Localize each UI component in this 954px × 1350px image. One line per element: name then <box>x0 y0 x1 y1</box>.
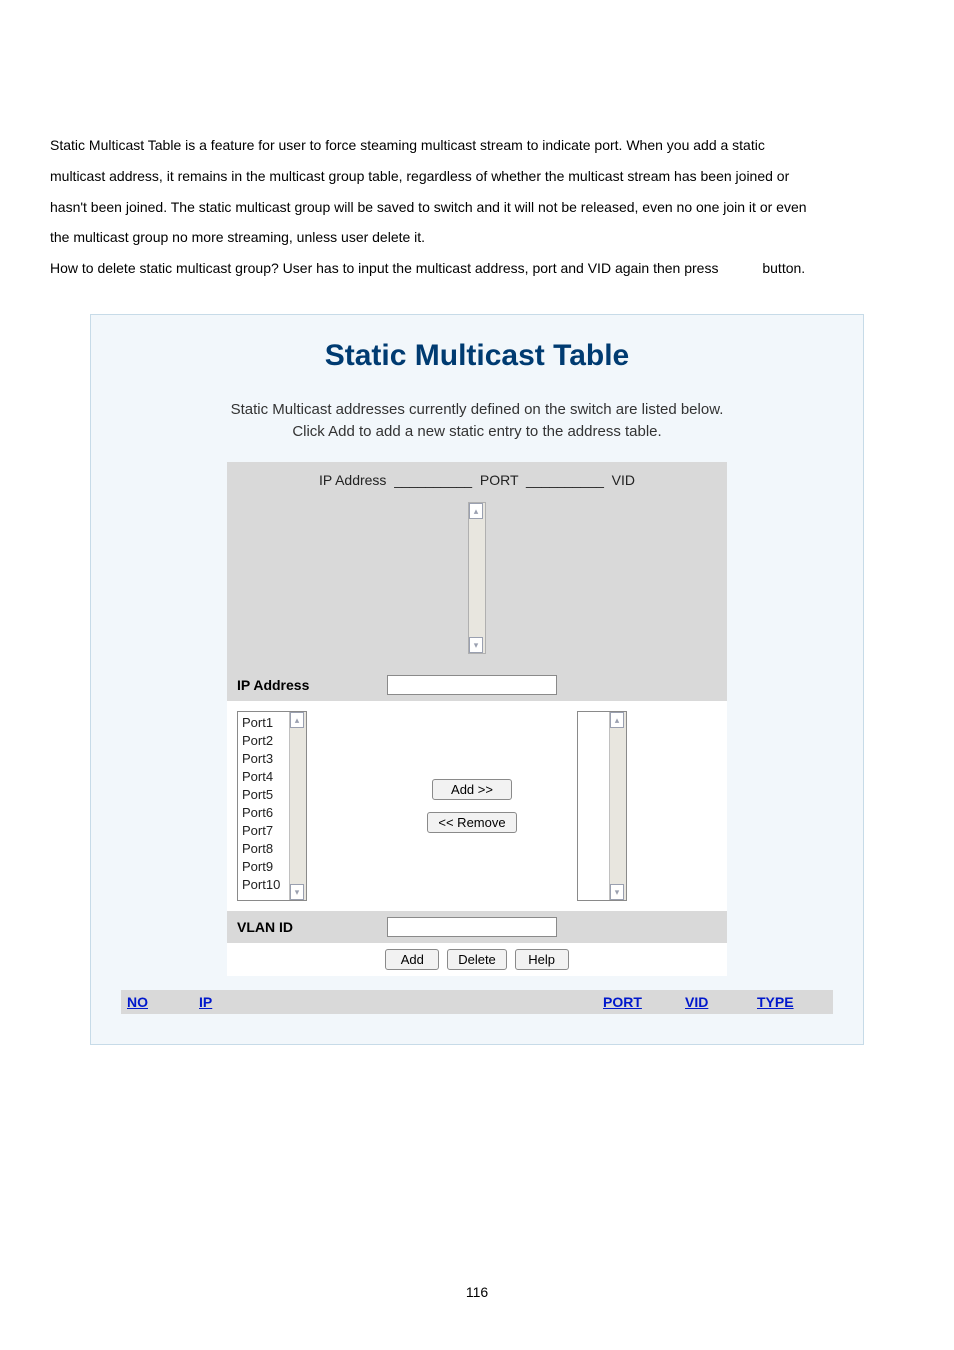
list-item[interactable]: Port9 <box>242 858 280 876</box>
paragraph-line-part: button. <box>762 260 805 276</box>
config-table: IP Address __________ PORT __________ VI… <box>227 462 727 976</box>
list-item[interactable]: Port1 <box>242 714 280 732</box>
move-buttons: Add >> << Remove <box>387 711 557 901</box>
col-no-link[interactable]: NO <box>127 994 148 1010</box>
header-ip: IP Address <box>319 472 386 488</box>
scroll-down-icon[interactable]: ▾ <box>290 884 304 900</box>
header-port: PORT <box>480 472 518 488</box>
scroll-down-icon[interactable]: ▾ <box>469 637 483 653</box>
scroll-up-icon[interactable]: ▴ <box>290 712 304 728</box>
vlan-id-input[interactable] <box>387 917 557 937</box>
static-multicast-panel: Static Multicast Table Static Multicast … <box>90 314 864 1045</box>
list-item[interactable]: Port5 <box>242 786 280 804</box>
panel-desc-line: Click Add to add a new static entry to t… <box>292 423 661 440</box>
list-item[interactable]: Port7 <box>242 822 280 840</box>
ports-row: Port1 Port2 Port3 Port4 Port5 Port6 Port… <box>227 701 727 911</box>
ip-address-input[interactable] <box>387 675 557 695</box>
action-buttons-row: Add Delete Help <box>227 943 727 976</box>
paragraph-line: the multicast group no more streaming, u… <box>50 222 904 253</box>
paragraph-line: Static Multicast Table is a feature for … <box>50 130 904 161</box>
list-item[interactable]: Port2 <box>242 732 280 750</box>
paragraph-line-part: How to delete static multicast group? Us… <box>50 260 718 276</box>
help-button[interactable]: Help <box>515 949 569 970</box>
scrollbar[interactable]: ▴ ▾ <box>609 712 626 900</box>
document-page: Static Multicast Table is a feature for … <box>0 0 954 1350</box>
entries-listbox[interactable]: ▴ ▾ <box>468 502 486 654</box>
add-port-button[interactable]: Add >> <box>432 779 512 800</box>
result-table: NO IP PORT VID TYPE <box>121 990 833 1014</box>
list-item[interactable]: Port4 <box>242 768 280 786</box>
ip-address-row: IP Address <box>227 669 727 701</box>
delete-button[interactable]: Delete <box>447 949 507 970</box>
panel-title: Static Multicast Table <box>121 339 833 373</box>
paragraph-line: hasn't been joined. The static multicast… <box>50 192 904 223</box>
remove-port-button[interactable]: << Remove <box>427 812 516 833</box>
vlan-id-label: VLAN ID <box>227 911 377 943</box>
scroll-up-icon[interactable]: ▴ <box>469 503 483 519</box>
col-port-link[interactable]: PORT <box>603 994 642 1010</box>
screenshot-panel-wrap: Static Multicast Table Static Multicast … <box>50 314 904 1045</box>
column-header-row: IP Address __________ PORT __________ VI… <box>227 462 727 494</box>
scroll-up-icon[interactable]: ▴ <box>610 712 624 728</box>
col-ip-link[interactable]: IP <box>199 994 212 1010</box>
listbox-row: ▴ ▾ <box>227 494 727 669</box>
paragraph-line: multicast address, it remains in the mul… <box>50 161 904 192</box>
list-item[interactable]: Port6 <box>242 804 280 822</box>
ip-address-label: IP Address <box>227 669 377 701</box>
list-item[interactable]: Port3 <box>242 750 280 768</box>
add-button[interactable]: Add <box>385 949 439 970</box>
body-text: Static Multicast Table is a feature for … <box>50 130 904 284</box>
col-vid-link[interactable]: VID <box>685 994 708 1010</box>
header-vid: VID <box>612 472 635 488</box>
list-item[interactable]: Port10 <box>242 876 280 894</box>
page-number: 116 <box>0 1284 954 1300</box>
available-ports-listbox[interactable]: Port1 Port2 Port3 Port4 Port5 Port6 Port… <box>237 711 307 901</box>
port-options: Port1 Port2 Port3 Port4 Port5 Port6 Port… <box>242 714 280 894</box>
vlan-id-row: VLAN ID <box>227 911 727 943</box>
list-item[interactable]: Port8 <box>242 840 280 858</box>
scrollbar[interactable]: ▴ ▾ <box>289 712 306 900</box>
col-type-link[interactable]: TYPE <box>757 994 794 1010</box>
panel-desc-line: Static Multicast addresses currently def… <box>231 401 724 418</box>
panel-description: Static Multicast addresses currently def… <box>121 399 833 444</box>
scroll-down-icon[interactable]: ▾ <box>610 884 624 900</box>
paragraph-line: How to delete static multicast group? Us… <box>50 253 904 284</box>
result-header-row: NO IP PORT VID TYPE <box>121 990 833 1014</box>
selected-ports-listbox[interactable]: ▴ ▾ <box>577 711 627 901</box>
column-headers: IP Address __________ PORT __________ VI… <box>227 462 727 494</box>
